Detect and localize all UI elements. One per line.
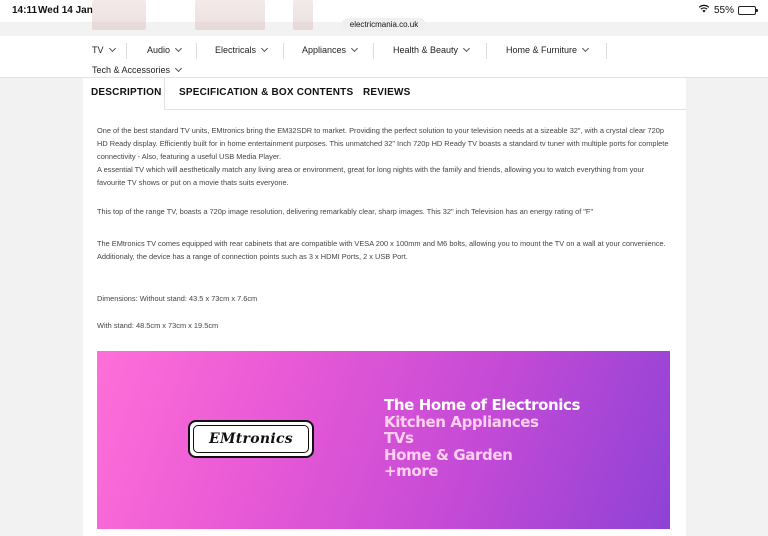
wifi-icon bbox=[698, 4, 710, 16]
nav-item-health-beauty[interactable]: Health & Beauty bbox=[393, 44, 471, 55]
chevron-down-icon bbox=[175, 64, 183, 73]
chevron-down-icon bbox=[581, 44, 590, 53]
nav-item-label: Audio bbox=[147, 45, 171, 55]
nav-divider bbox=[283, 43, 284, 59]
chevron-down-icon bbox=[350, 44, 359, 53]
nav-item-home-furniture[interactable]: Home & Furniture bbox=[506, 44, 590, 55]
nav-item-label: Electricals bbox=[215, 45, 257, 55]
emtronics-logo: EMtronics bbox=[188, 420, 314, 458]
description-paragraph: A essential TV which will aesthetically … bbox=[97, 165, 645, 187]
nav-item-audio[interactable]: Audio bbox=[147, 44, 183, 55]
product-tabs: DESCRIPTION SPECIFICATION & BOX CONTENTS… bbox=[83, 78, 686, 110]
description-paragraph: One of the best standard TV units, EMtro… bbox=[97, 126, 669, 161]
nav-divider bbox=[373, 43, 374, 59]
brand-banner: EMtronics The Home of Electronics Kitche… bbox=[97, 351, 670, 529]
nav-item-label: Home & Furniture bbox=[506, 45, 578, 55]
status-right: 55% bbox=[698, 4, 758, 16]
chevron-down-icon bbox=[463, 44, 471, 53]
address-bar[interactable]: electricmania.co.uk bbox=[341, 18, 427, 31]
description-paragraph: The EMtronics TV comes equipped with rea… bbox=[97, 239, 666, 261]
product-details-panel: DESCRIPTION SPECIFICATION & BOX CONTENTS… bbox=[83, 78, 686, 536]
nav-item-tv[interactable]: TV bbox=[92, 44, 116, 55]
nav-divider bbox=[606, 43, 607, 59]
nav-item-label: Health & Beauty bbox=[393, 45, 459, 55]
status-time: 14:11 bbox=[12, 5, 38, 16]
tab-reviews[interactable]: REVIEWS bbox=[363, 87, 411, 98]
nav-item-label: Appliances bbox=[302, 45, 347, 55]
nav-item-electricals[interactable]: Electricals bbox=[215, 44, 269, 55]
dimensions-without-stand: Dimensions: Without stand: 43.5 x 73cm x… bbox=[97, 294, 258, 303]
nav-item-tech-accessories[interactable]: Tech & Accessories bbox=[92, 64, 183, 75]
nav-item-label: TV bbox=[92, 45, 104, 55]
banner-line: Home & Garden bbox=[384, 445, 513, 464]
nav-divider bbox=[486, 43, 487, 59]
status-date: Wed 14 Jan bbox=[38, 5, 93, 16]
nav-item-appliances[interactable]: Appliances bbox=[302, 44, 359, 55]
battery-percent: 55% bbox=[713, 4, 734, 16]
nav-item-label: Tech & Accessories bbox=[92, 65, 171, 75]
chevron-down-icon bbox=[108, 44, 116, 53]
nav-divider bbox=[126, 43, 127, 59]
logo-text: EMtronics bbox=[209, 431, 293, 447]
banner-line: Kitchen Appliances bbox=[384, 412, 539, 431]
banner-line: The Home of Electronics bbox=[384, 396, 581, 414]
battery-icon bbox=[738, 5, 758, 15]
main-nav: TV Audio Electricals Appliances Health &… bbox=[0, 36, 768, 78]
banner-line: +more bbox=[384, 462, 439, 480]
nav-divider bbox=[196, 43, 197, 59]
tab-description[interactable]: DESCRIPTION bbox=[91, 87, 162, 98]
description-paragraph: This top of the range TV, boasts a 720p … bbox=[97, 207, 594, 216]
dimensions-with-stand: With stand: 48.5cm x 73cm x 19.5cm bbox=[97, 321, 219, 330]
tab-specification[interactable]: SPECIFICATION & BOX CONTENTS bbox=[179, 87, 353, 98]
banner-line: TVs bbox=[384, 429, 414, 447]
chevron-down-icon bbox=[260, 44, 269, 53]
banner-tagline: The Home of Electronics Kitchen Applianc… bbox=[384, 397, 580, 480]
chevron-down-icon bbox=[174, 44, 183, 53]
